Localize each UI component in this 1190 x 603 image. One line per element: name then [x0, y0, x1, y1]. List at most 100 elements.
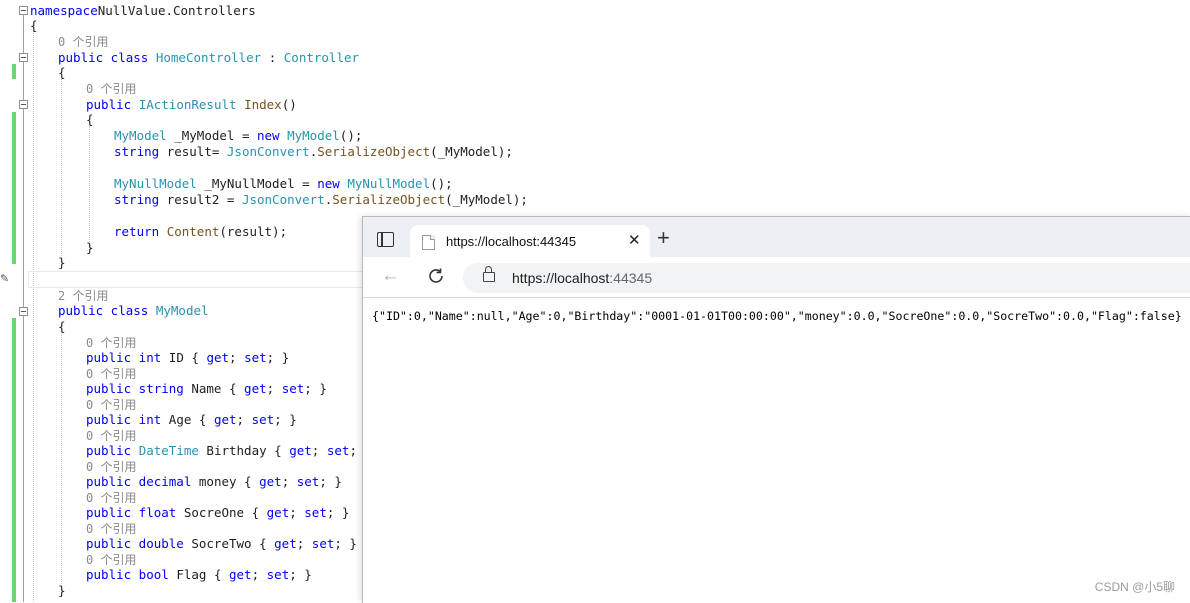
- code-token: (): [281, 97, 297, 112]
- lock-icon[interactable]: [483, 266, 495, 282]
- code-token: ; }: [289, 567, 312, 582]
- code-line: }: [86, 240, 94, 255]
- reference-count[interactable]: 0 个引用: [86, 367, 136, 381]
- code-token: result2 =: [166, 192, 242, 207]
- code-token: Birthday {: [198, 443, 290, 458]
- reference-count[interactable]: 0 个引用: [86, 553, 136, 567]
- reference-count[interactable]: 0 个引用: [86, 522, 136, 536]
- code-token: string: [114, 144, 167, 159]
- code-token: MyNullModel: [347, 176, 431, 191]
- code-line: 0 个引用: [86, 552, 136, 568]
- code-line: 0 个引用: [86, 366, 136, 382]
- tab-actions-icon[interactable]: [377, 232, 394, 247]
- code-token: (_MyModel);: [430, 144, 513, 159]
- code-token: HomeController: [155, 50, 262, 65]
- collapse-class-icon[interactable]: [19, 53, 28, 62]
- browser-tab[interactable]: https://localhost:44345 ✕: [410, 225, 650, 257]
- refresh-icon[interactable]: [425, 265, 447, 287]
- code-token: MyModel: [114, 128, 167, 143]
- code-line: {: [58, 65, 66, 80]
- indent-guide: [61, 78, 62, 258]
- collapse-class-icon[interactable]: [19, 307, 28, 316]
- code-token: ; }: [319, 474, 342, 489]
- code-token: set: [326, 443, 350, 458]
- code-token: public: [86, 97, 139, 112]
- code-line: namespaceNullValue.Controllers: [30, 3, 256, 18]
- code-token: IActionResult: [138, 97, 237, 112]
- code-token: get: [266, 505, 290, 520]
- code-token: ();: [339, 128, 363, 143]
- code-token: get: [244, 381, 267, 396]
- code-token: ;: [229, 350, 245, 365]
- code-line: string result2 = JsonConvert.SerializeOb…: [114, 192, 528, 207]
- code-line: public string Name { get; set; }: [86, 381, 327, 396]
- code-token: ; }: [334, 536, 357, 551]
- code-token: get: [289, 443, 312, 458]
- browser-toolbar: ← https://localhost:44345: [363, 257, 1190, 298]
- code-token: public int: [86, 412, 169, 427]
- code-token: public float: [86, 505, 184, 520]
- code-token: JsonConvert: [226, 144, 310, 159]
- code-token: get: [274, 536, 297, 551]
- code-token: public int: [86, 350, 169, 365]
- collapse-method-icon[interactable]: [19, 100, 28, 109]
- code-token: new: [257, 128, 288, 143]
- reference-count[interactable]: 0 个引用: [58, 35, 108, 49]
- code-token: {: [86, 112, 94, 127]
- code-line: public DateTime Birthday { get; set; }: [86, 443, 372, 458]
- code-token: MyModel: [287, 128, 340, 143]
- code-line: public int ID { get; set; }: [86, 350, 289, 365]
- indent-guide: [61, 334, 62, 586]
- code-line: public class MyModel: [58, 303, 209, 318]
- watermark: CSDN @小5聊: [1094, 580, 1175, 594]
- plus-icon[interactable]: +: [657, 225, 670, 251]
- code-token: {: [58, 319, 66, 334]
- code-token: ;: [251, 567, 267, 582]
- code-token: ;: [266, 381, 282, 396]
- change-marker: [12, 112, 16, 264]
- back-arrow-icon[interactable]: ←: [381, 265, 400, 287]
- code-line: 2 个引用: [58, 288, 108, 304]
- code-token: ID {: [168, 350, 207, 365]
- code-token: SocreTwo {: [191, 536, 275, 551]
- reference-count[interactable]: 2 个引用: [58, 289, 108, 303]
- code-token: }: [58, 255, 66, 270]
- reference-count[interactable]: 0 个引用: [86, 429, 136, 443]
- code-token: (result);: [219, 224, 288, 239]
- collapse-namespace-icon[interactable]: [19, 6, 28, 15]
- address-bar[interactable]: https://localhost:44345: [463, 263, 1190, 293]
- code-token: _MyNullModel =: [196, 176, 318, 191]
- code-token: :: [261, 50, 284, 65]
- reference-count[interactable]: 0 个引用: [86, 460, 136, 474]
- code-token: set: [281, 381, 305, 396]
- code-line: 0 个引用: [86, 428, 136, 444]
- page-favicon-icon: [422, 235, 435, 250]
- code-line: return Content(result);: [114, 224, 287, 239]
- code-token: public bool: [86, 567, 177, 582]
- code-line: }: [58, 583, 66, 598]
- code-line: string result= JsonConvert.SerializeObje…: [114, 144, 513, 159]
- reference-count[interactable]: 0 个引用: [86, 491, 136, 505]
- code-token: set: [266, 567, 290, 582]
- code-token: ;: [236, 412, 252, 427]
- code-token: JsonConvert: [241, 192, 325, 207]
- code-token: get: [213, 412, 237, 427]
- code-line: public int Age { get; set; }: [86, 412, 297, 427]
- reference-count[interactable]: 0 个引用: [86, 82, 136, 96]
- code-token: set: [244, 350, 267, 365]
- code-token: public class: [58, 303, 156, 318]
- code-token: {: [58, 65, 66, 80]
- code-line: {: [30, 18, 38, 33]
- code-line: {: [58, 319, 66, 334]
- code-token: Index: [244, 97, 282, 112]
- page-json-content: {"ID":0,"Name":null,"Age":0,"Birthday":"…: [372, 309, 1182, 323]
- code-token: NullValue.Controllers: [97, 3, 256, 18]
- reference-count[interactable]: 0 个引用: [86, 398, 136, 412]
- code-token: ; }: [304, 381, 327, 396]
- reference-count[interactable]: 0 个引用: [86, 336, 136, 350]
- code-token: public string: [86, 381, 192, 396]
- code-line: public bool Flag { get; set; }: [86, 567, 312, 582]
- close-icon[interactable]: ✕: [628, 231, 641, 249]
- code-token: Flag {: [176, 567, 229, 582]
- change-marker: [12, 318, 16, 602]
